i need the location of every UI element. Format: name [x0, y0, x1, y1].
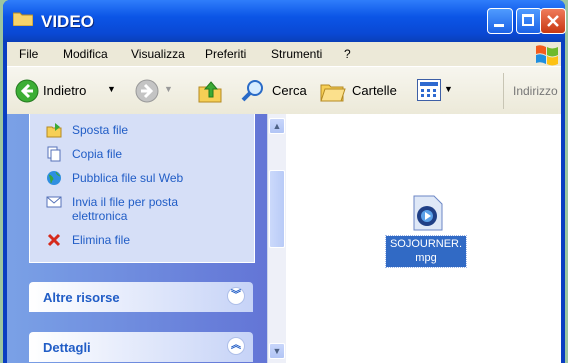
section-other-resources[interactable]: Altre risorse ︾: [29, 282, 253, 312]
forward-dropdown-icon[interactable]: ▼: [164, 84, 173, 94]
menu-visualizza[interactable]: Visualizza: [131, 47, 185, 61]
chevron-down-icon[interactable]: ︾: [227, 287, 245, 305]
back-button-label[interactable]: Indietro: [43, 83, 86, 98]
section-title: Dettagli: [43, 340, 91, 355]
email-icon: [46, 196, 62, 208]
move-file-icon: [46, 123, 62, 138]
task-label: Invia il file per posta elettronica: [72, 195, 178, 223]
chevron-up-icon[interactable]: ︽: [227, 337, 245, 355]
task-label: Elimina file: [72, 233, 131, 247]
section-details[interactable]: Dettagli ︽: [29, 332, 253, 362]
menu-modifica[interactable]: Modifica: [63, 47, 108, 61]
globe-icon: [47, 171, 61, 185]
menu-preferiti[interactable]: Preferiti: [205, 47, 246, 61]
minimize-icon: [494, 24, 504, 27]
views-button[interactable]: [417, 79, 441, 101]
menu-bar: File Modifica Visualizza Preferiti Strum…: [7, 42, 561, 66]
folder-up-icon[interactable]: [197, 78, 223, 104]
task-pane: Sposta file Copia file Pubblica file sul…: [7, 114, 267, 363]
minimize-button[interactable]: [487, 8, 513, 34]
scroll-down-button[interactable]: ▼: [269, 343, 285, 359]
file-name-line2: mpg: [415, 252, 437, 264]
close-button[interactable]: [540, 8, 566, 34]
video-file-icon: [413, 195, 443, 231]
task-label-line2: elettronica: [72, 209, 128, 223]
maximize-button[interactable]: [516, 8, 542, 34]
back-arrow-icon[interactable]: [15, 79, 39, 103]
menu-file[interactable]: File: [19, 47, 38, 61]
folders-icon[interactable]: [319, 79, 347, 103]
views-icon: [420, 82, 438, 97]
menu-strumenti[interactable]: Strumenti: [271, 47, 322, 61]
address-label: Indirizzo: [513, 84, 558, 98]
task-label: Sposta file: [72, 123, 129, 137]
windows-logo-icon: [536, 45, 558, 66]
back-dropdown-icon[interactable]: ▼: [107, 84, 116, 94]
window-frame: VIDEO File Modifica Visualizza Preferiti…: [3, 0, 566, 363]
forward-arrow-icon[interactable]: [135, 79, 159, 103]
section-title: Altre risorse: [43, 290, 120, 305]
file-tasks-panel: Sposta file Copia file Pubblica file sul…: [29, 114, 255, 263]
toolbar: Indietro ▼ ▼ Cerca Cartelle ▼ Indirizzo: [7, 66, 561, 115]
window-title: VIDEO: [41, 12, 94, 31]
task-label-line1: Invia il file per posta: [72, 195, 179, 209]
scroll-thumb[interactable]: [269, 170, 285, 248]
task-label: Copia file: [72, 147, 123, 161]
maximize-icon: [522, 14, 534, 26]
search-button-label[interactable]: Cerca: [272, 83, 307, 98]
scroll-up-button[interactable]: ▲: [269, 118, 285, 134]
toolbar-divider: [503, 73, 504, 109]
file-list-area[interactable]: SOJOURNER. mpg: [286, 114, 561, 363]
close-icon: [547, 15, 559, 27]
views-dropdown-icon[interactable]: ▼: [444, 84, 453, 94]
folder-icon: [13, 12, 33, 26]
title-bar[interactable]: VIDEO: [3, 0, 566, 42]
task-pane-scrollbar[interactable]: ▲ ▼: [267, 114, 286, 363]
copy-file-icon: [47, 146, 61, 162]
file-name-line1: SOJOURNER.: [389, 238, 463, 250]
search-icon[interactable]: [240, 78, 266, 104]
explorer-body: Sposta file Copia file Pubblica file sul…: [7, 114, 561, 363]
folders-button-label[interactable]: Cartelle: [352, 83, 397, 98]
task-label: Pubblica file sul Web: [72, 171, 184, 185]
file-name-label[interactable]: SOJOURNER. mpg: [385, 235, 467, 268]
menu-help[interactable]: ?: [344, 47, 351, 61]
delete-x-icon: [47, 233, 61, 247]
